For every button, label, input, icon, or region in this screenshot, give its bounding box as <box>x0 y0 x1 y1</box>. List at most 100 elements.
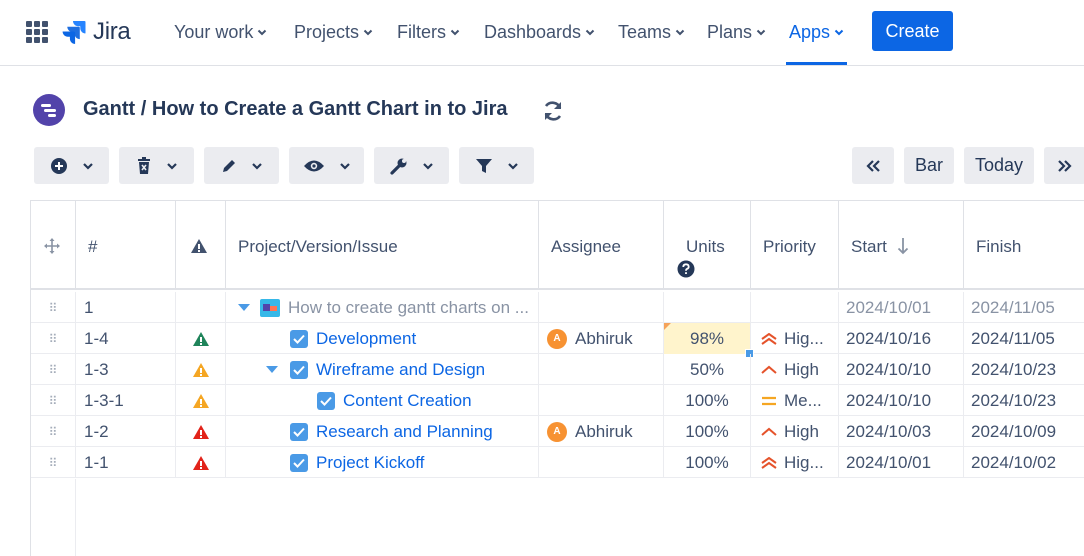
row-assignee[interactable] <box>539 354 664 385</box>
row-id: 1-4 <box>76 323 176 354</box>
jira-logo[interactable]: Jira <box>62 16 131 48</box>
sort-descending-icon[interactable] <box>897 237 909 255</box>
row-drag-handle[interactable]: ⠿ <box>31 385 76 416</box>
row-assignee[interactable] <box>539 292 664 323</box>
header-start[interactable]: Start <box>839 201 964 288</box>
row-issue[interactable]: Content Creation <box>226 385 539 416</box>
header-warning[interactable] <box>176 201 226 288</box>
table-row[interactable]: ⠿ 1-2 Research and Planning A Abhiruk 10… <box>31 416 1084 447</box>
table-row[interactable]: ⠿ 1-4 Development A Abhiruk 98% Hig... 2… <box>31 323 1084 358</box>
nav-teams[interactable]: Teams <box>618 20 685 44</box>
nav-plans[interactable]: Plans <box>707 20 766 44</box>
task-checkbox-icon <box>290 329 308 348</box>
chevron-down-icon <box>82 162 93 170</box>
row-issue-title[interactable]: Wireframe and Design <box>316 360 485 380</box>
priority-highest-icon <box>761 332 777 345</box>
row-units[interactable]: 100% <box>664 416 751 447</box>
scroll-right-button[interactable] <box>1044 147 1084 184</box>
row-units[interactable]: 100% <box>664 385 751 416</box>
header-units[interactable]: Units <box>664 201 751 288</box>
row-finish[interactable]: 2024/10/23 <box>964 354 1084 385</box>
row-units[interactable]: 50% <box>664 354 751 385</box>
header-id[interactable]: # <box>76 201 176 288</box>
nav-your-work[interactable]: Your work <box>174 20 267 44</box>
table-row[interactable]: ⠿ 1-1 Project Kickoff 100% Hig... 2024/1… <box>31 447 1084 478</box>
tools-menu-button[interactable] <box>374 147 449 184</box>
row-priority[interactable]: Hig... <box>751 323 839 354</box>
row-units[interactable]: 100% <box>664 447 751 478</box>
row-finish[interactable]: 2024/10/09 <box>964 416 1084 447</box>
row-priority[interactable]: Me... <box>751 385 839 416</box>
row-start[interactable]: 2024/10/10 <box>839 354 964 385</box>
nav-dashboards[interactable]: Dashboards <box>484 20 595 44</box>
row-units[interactable]: 98% <box>664 323 754 358</box>
row-issue[interactable]: How to create gantt charts on ... <box>226 292 539 323</box>
row-start[interactable]: 2024/10/16 <box>839 323 964 354</box>
edit-menu-button[interactable] <box>204 147 279 184</box>
row-priority[interactable]: Hig... <box>751 447 839 478</box>
nav-projects-label: Projects <box>294 21 360 42</box>
row-issue-title[interactable]: Project Kickoff <box>316 453 424 473</box>
filter-menu-button[interactable] <box>459 147 534 184</box>
header-issue-label: Project/Version/Issue <box>238 237 398 256</box>
header-assignee-label: Assignee <box>551 237 621 256</box>
row-issue[interactable]: Research and Planning <box>226 416 539 447</box>
nav-dashboards-label: Dashboards <box>484 21 582 42</box>
row-finish[interactable]: 2024/10/23 <box>964 385 1084 416</box>
row-assignee[interactable] <box>539 447 664 478</box>
scroll-left-button[interactable] <box>852 147 894 184</box>
collapse-caret-icon[interactable] <box>238 303 250 312</box>
table-row[interactable]: ⠿ 1 How to create gantt charts on ... 20… <box>31 292 1084 323</box>
header-finish[interactable]: Finish <box>964 201 1084 288</box>
row-units[interactable] <box>664 292 751 323</box>
table-row[interactable]: ⠿ 1-3 Wireframe and Design 50% High 2024… <box>31 354 1084 385</box>
chevron-down-icon <box>422 162 433 170</box>
delete-menu-button[interactable] <box>119 147 194 184</box>
row-finish[interactable]: 2024/10/02 <box>964 447 1084 478</box>
header-move <box>31 201 76 288</box>
row-assignee[interactable] <box>539 385 664 416</box>
row-drag-handle[interactable]: ⠿ <box>31 292 76 323</box>
move-icon[interactable] <box>44 238 60 254</box>
nav-apps[interactable]: Apps <box>789 20 844 44</box>
header-issue[interactable]: Project/Version/Issue <box>226 201 539 288</box>
row-assignee[interactable]: A Abhiruk <box>539 416 664 447</box>
view-menu-button[interactable] <box>289 147 364 184</box>
row-issue-title[interactable]: Development <box>316 329 416 349</box>
row-issue-title[interactable]: Content Creation <box>343 391 472 411</box>
create-button[interactable]: Create <box>872 11 953 51</box>
trash-icon <box>137 156 150 174</box>
collapse-caret-icon[interactable] <box>266 365 278 374</box>
nav-filters[interactable]: Filters <box>397 20 460 44</box>
bar-button[interactable]: Bar <box>904 147 954 184</box>
row-priority[interactable]: High <box>751 354 839 385</box>
priority-label: Me... <box>784 390 822 410</box>
row-issue[interactable]: Project Kickoff <box>226 447 539 478</box>
header-assignee[interactable]: Assignee <box>539 201 664 288</box>
row-drag-handle[interactable]: ⠿ <box>31 447 76 478</box>
help-icon[interactable] <box>677 260 695 278</box>
header-priority[interactable]: Priority <box>751 201 839 288</box>
row-drag-handle[interactable]: ⠿ <box>31 354 76 385</box>
row-priority[interactable]: High <box>751 416 839 447</box>
row-drag-handle[interactable]: ⠿ <box>31 323 76 354</box>
nav-projects[interactable]: Projects <box>294 20 373 44</box>
row-finish[interactable]: 2024/11/05 <box>964 292 1084 323</box>
row-start[interactable]: 2024/10/01 <box>839 292 964 323</box>
row-start[interactable]: 2024/10/01 <box>839 447 964 478</box>
row-assignee[interactable]: A Abhiruk <box>539 323 664 354</box>
app-switcher-icon[interactable] <box>26 21 48 43</box>
row-start[interactable]: 2024/10/10 <box>839 385 964 416</box>
chevron-down-icon <box>363 29 373 36</box>
row-priority[interactable] <box>751 292 839 323</box>
row-issue[interactable]: Wireframe and Design <box>226 354 539 385</box>
row-issue-title[interactable]: Research and Planning <box>316 422 493 442</box>
row-start[interactable]: 2024/10/03 <box>839 416 964 447</box>
refresh-icon[interactable] <box>540 98 566 124</box>
today-button[interactable]: Today <box>964 147 1034 184</box>
row-drag-handle[interactable]: ⠿ <box>31 416 76 447</box>
row-issue[interactable]: Development <box>226 323 539 354</box>
add-menu-button[interactable] <box>34 147 109 184</box>
row-finish[interactable]: 2024/11/05 <box>964 323 1084 354</box>
table-row[interactable]: ⠿ 1-3-1 Content Creation 100% Me... 2024… <box>31 385 1084 416</box>
